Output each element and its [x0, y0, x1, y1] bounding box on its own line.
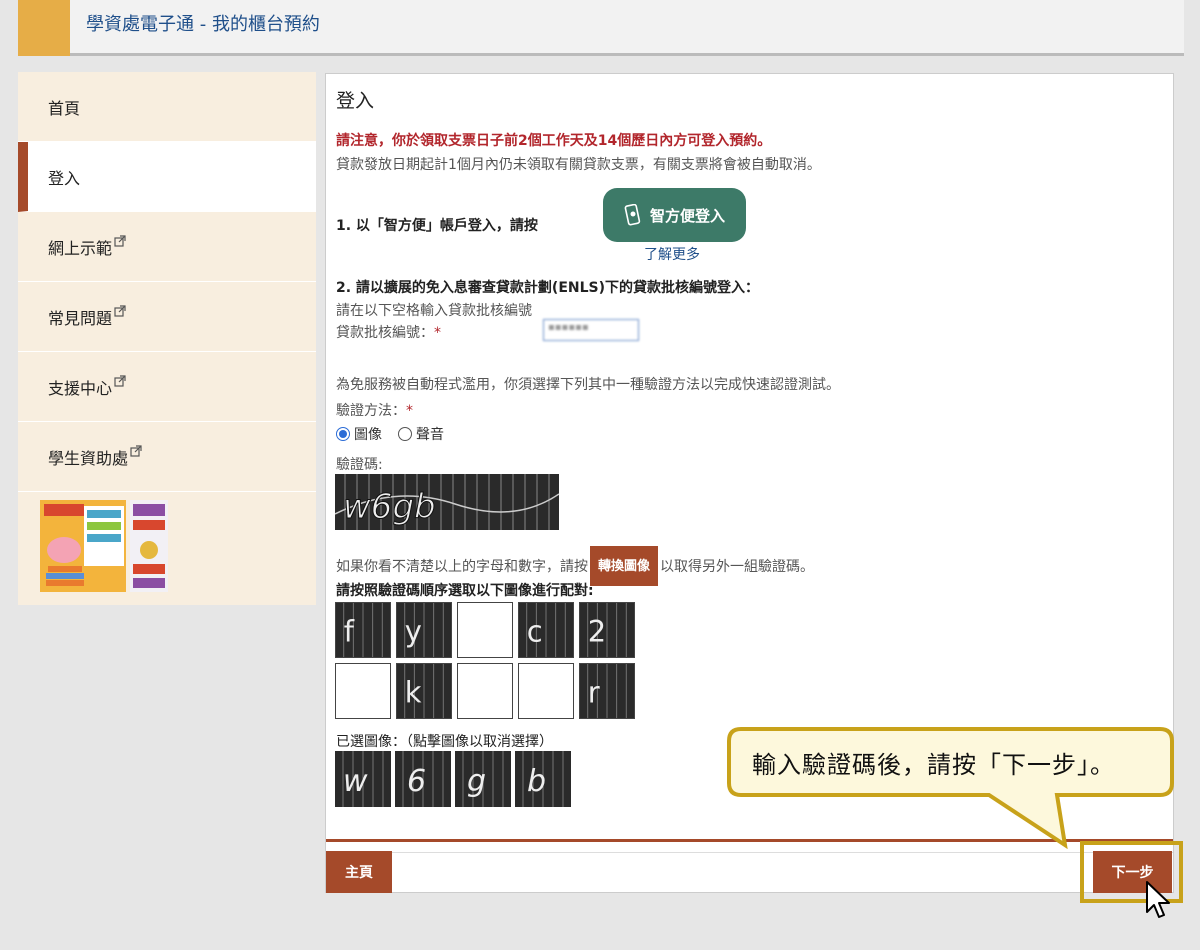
promo-banner-image[interactable]: [40, 500, 168, 592]
svg-text:c: c: [527, 615, 543, 649]
step1-text: 1. 以「智方便」帳戶登入，請按: [336, 218, 538, 234]
captcha-tile[interactable]: 2: [579, 602, 635, 658]
method-label: 驗證方法：*: [336, 403, 413, 419]
sidebar-item-home[interactable]: 首頁: [18, 72, 316, 142]
captcha-tile[interactable]: r: [579, 663, 635, 719]
captcha-image: w6gb: [335, 474, 559, 530]
selected-label: 已選圖像：（點擊圖像以取消選擇）: [336, 734, 553, 750]
sidebar-item-label: 學生資助處: [48, 448, 129, 468]
captcha-tile[interactable]: f: [335, 602, 391, 658]
svg-text:w6gb: w6gb: [343, 487, 436, 527]
selected-tile[interactable]: w: [335, 751, 391, 807]
captcha-tile[interactable]: k: [396, 663, 452, 719]
warning-notice: 請注意，你於領取支票日子前2個工作天及14個歷日內方可登入預約。: [336, 133, 772, 149]
sidebar-item-label: 網上示範: [48, 238, 113, 258]
selected-tile[interactable]: b: [515, 751, 571, 807]
captcha-tile-empty[interactable]: [457, 602, 513, 658]
app-header: 學資處電子通 - 我的櫃台預約: [18, 0, 1184, 56]
sidebar-item-label: 常見問題: [48, 308, 113, 328]
svg-text:y: y: [405, 615, 422, 649]
sidebar-item-label: 登入: [48, 168, 81, 188]
captcha-tile-empty[interactable]: [335, 663, 391, 719]
captcha-tile[interactable]: y: [396, 602, 452, 658]
sidebar-item-demo[interactable]: 網上示範: [18, 212, 316, 282]
external-link-icon: [114, 374, 126, 387]
loan-number-input[interactable]: ▪▪▪▪▪▪: [543, 319, 639, 341]
page-title: 學資處電子通 - 我的櫃台預約: [86, 14, 320, 35]
phone-icon: [624, 204, 641, 226]
callout-text: 輸入驗證碼後，請按「下一步」。: [752, 751, 1115, 779]
captcha-tile-empty[interactable]: [518, 663, 574, 719]
sidebar-item-wfsfaa[interactable]: 學生資助處: [18, 422, 316, 492]
learn-more-link[interactable]: 了解更多: [644, 244, 700, 264]
captcha-tile[interactable]: c: [518, 602, 574, 658]
verification-intro: 為免服務被自動程式濫用，你須選擇下列其中一種驗證方法以完成快速認證測試。: [336, 377, 840, 393]
external-link-icon: [114, 304, 126, 317]
svg-text:b: b: [527, 764, 546, 799]
svg-text:w: w: [343, 764, 368, 799]
captcha-label: 驗證碼:: [336, 457, 383, 473]
footer-bar: [326, 852, 1173, 892]
ifast-login-label: 智方便登入: [649, 207, 725, 225]
external-link-icon: [130, 444, 142, 457]
selected-tile[interactable]: 6: [395, 751, 451, 807]
mouse-pointer-icon: [1146, 881, 1170, 918]
svg-text:f: f: [344, 615, 355, 649]
sidebar: 首頁 登入 網上示範 常見問題 支援中心 學生資助處: [18, 72, 316, 605]
section-title: 登入: [336, 90, 375, 112]
svg-text:2: 2: [588, 615, 606, 649]
header-accent: [18, 0, 70, 56]
radio-image[interactable]: [336, 427, 350, 441]
sidebar-item-support[interactable]: 支援中心: [18, 352, 316, 422]
sidebar-item-login[interactable]: 登入: [18, 142, 316, 212]
info-notice: 貸款發放日期起計1個月內仍未領取有關貸款支票，有關支票將會被自動取消。: [336, 157, 821, 173]
captcha-tile-empty[interactable]: [457, 663, 513, 719]
radio-image-label: 圖像: [354, 427, 382, 443]
step2-text: 2. 請以擴展的免入息審查貸款計劃(ENLS)下的貸款批核編號登入：: [336, 280, 760, 296]
method-radio-group: 圖像 聲音: [336, 424, 444, 444]
match-instruction: 請按照驗證碼順序選取以下圖像進行配對:: [336, 583, 594, 599]
svg-text:6: 6: [407, 764, 426, 799]
external-link-icon: [114, 234, 126, 247]
ifast-login-button[interactable]: 智方便登入: [603, 188, 746, 242]
svg-text:g: g: [467, 764, 486, 799]
switch-image-button[interactable]: 轉換圖像: [590, 546, 659, 586]
sidebar-item-label: 首頁: [48, 98, 81, 118]
loan-number-label: 貸款批核編號：*: [336, 325, 441, 341]
svg-text:k: k: [405, 676, 422, 710]
svg-text:r: r: [588, 676, 600, 710]
sidebar-item-faq[interactable]: 常見問題: [18, 282, 316, 352]
home-button[interactable]: 主頁: [326, 851, 392, 893]
radio-audio[interactable]: [398, 427, 412, 441]
sidebar-item-label: 支援中心: [48, 378, 113, 398]
radio-audio-label: 聲音: [416, 427, 444, 443]
loan-number-hint: 請在以下空格輸入貸款批核編號: [336, 303, 532, 319]
selected-tile[interactable]: g: [455, 751, 511, 807]
